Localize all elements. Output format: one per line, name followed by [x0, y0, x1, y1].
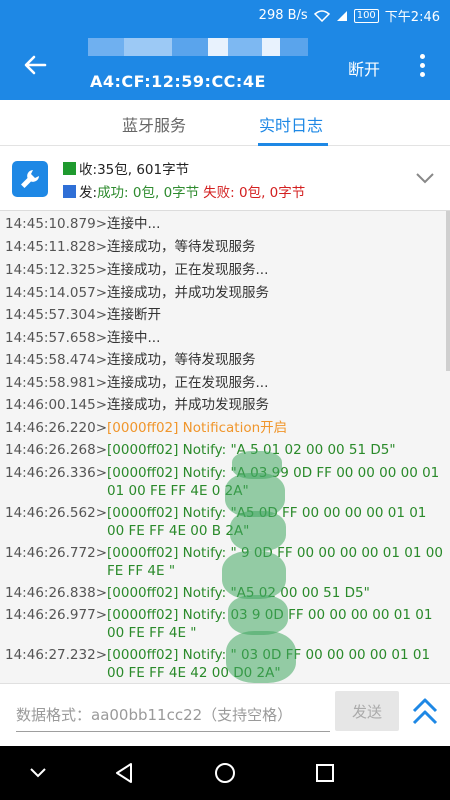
- double-chevron-up-icon: [412, 698, 438, 725]
- arrow-left-icon: [24, 55, 47, 75]
- network-speed: 298 B/s: [258, 8, 308, 23]
- log-entry: 14:45:14.057> 连接成功，并成功发现服务: [5, 285, 270, 301]
- receive-prefix: 收:: [79, 162, 98, 178]
- nav-back-button[interactable]: [110, 760, 138, 786]
- log-entry: 14:45:57.658> 连接中...: [5, 330, 161, 346]
- chevron-down-icon: [416, 173, 434, 184]
- wrench-icon: [21, 170, 39, 188]
- log-entry: 14:46:26.977>[0000ff02] Notify: 03 9 0D …: [5, 607, 433, 641]
- app-bar: A4:CF:12:59:CC:4E 断开: [0, 30, 450, 100]
- send-success: 成功: 0包, 0字节: [97, 185, 200, 201]
- receive-color-swatch: [63, 161, 76, 175]
- redaction-overlay: [226, 631, 296, 683]
- triangle-back-icon: [116, 763, 132, 783]
- log-entry: 14:46:26.562>[0000ff02] Notify: "A5 0D F…: [5, 505, 427, 539]
- back-button[interactable]: [18, 50, 52, 80]
- redaction-overlay: [222, 551, 286, 599]
- input-bar: 发送: [0, 683, 450, 746]
- signal-icon: [336, 10, 347, 21]
- log-entry: 14:45:10.879> 连接中...: [5, 216, 161, 232]
- send-button[interactable]: 发送: [335, 691, 399, 731]
- tab-realtime-log[interactable]: 实时日志: [259, 112, 323, 136]
- scroll-up-button[interactable]: [410, 694, 440, 730]
- circle-home-icon: [215, 763, 235, 783]
- tab-bluetooth-services[interactable]: 蓝牙服务: [122, 112, 186, 136]
- nav-hide-button[interactable]: [24, 760, 52, 786]
- log-entry: 14:46:27.232>[0000ff02] Notify: " 03 0D …: [5, 647, 431, 681]
- redaction-overlay: [230, 511, 286, 551]
- receive-stat: 收: 35包, 601字节: [63, 158, 189, 178]
- nav-home-button[interactable]: [211, 760, 239, 786]
- log-entry: 14:45:58.981> 连接成功，正在发现服务...: [5, 375, 269, 391]
- tool-button[interactable]: [12, 161, 48, 197]
- log-scrollbar[interactable]: [446, 211, 450, 371]
- chevron-down-icon: [30, 768, 46, 778]
- tab-indicator: [258, 143, 328, 146]
- nav-recents-button[interactable]: [311, 760, 339, 786]
- log-entry: 14:46:00.145> 连接成功，并成功发现服务: [5, 397, 270, 413]
- stats-panel: 收: 35包, 601字节 发: 成功: 0包, 0字节 失败: 0包, 0字节: [0, 147, 450, 211]
- send-prefix: 发:: [79, 185, 98, 201]
- more-vert-icon[interactable]: [410, 50, 434, 80]
- device-mac-address: A4:CF:12:59:CC:4E: [90, 72, 266, 91]
- expand-button[interactable]: [414, 167, 436, 189]
- log-entry: 14:45:58.474> 连接成功，等待发现服务: [5, 352, 256, 368]
- receive-value: 35包, 601字节: [97, 162, 190, 178]
- status-bar-right: 298 B/s 100 下午2:46: [259, 6, 440, 25]
- log-entry: 14:45:57.304> 连接断开: [5, 307, 162, 323]
- log-entry: 14:45:11.828> 连接成功，等待发现服务: [5, 239, 256, 255]
- battery-icon: 100: [353, 8, 379, 23]
- status-bar: 298 B/s 100 下午2:46: [0, 0, 450, 30]
- system-nav-bar: [0, 746, 450, 800]
- status-time: 下午2:46: [384, 10, 440, 25]
- square-recents-icon: [316, 764, 334, 782]
- log-entry: 14:46:26.220> [0000ff02] Notification开启: [5, 420, 288, 436]
- disconnect-button[interactable]: 断开: [348, 56, 380, 80]
- device-name-redacted: [88, 38, 308, 60]
- tab-bar: 蓝牙服务 实时日志: [0, 100, 450, 146]
- send-color-swatch: [63, 184, 76, 198]
- wifi-icon: [313, 9, 330, 22]
- send-fail: 失败: 0包, 0字节: [203, 185, 306, 201]
- log-entry: 14:46:26.268> [0000ff02] Notify: "A 5 01 …: [5, 442, 396, 458]
- data-input[interactable]: [16, 698, 330, 732]
- redaction-overlay: [228, 595, 288, 635]
- send-stat: 发: 成功: 0包, 0字节 失败: 0包, 0字节: [63, 181, 305, 201]
- log-list[interactable]: 14:45:10.879> 连接中... 14:45:11.828> 连接成功，等待…: [0, 211, 450, 683]
- log-entry: 14:45:12.325> 连接成功，正在发现服务...: [5, 262, 269, 278]
